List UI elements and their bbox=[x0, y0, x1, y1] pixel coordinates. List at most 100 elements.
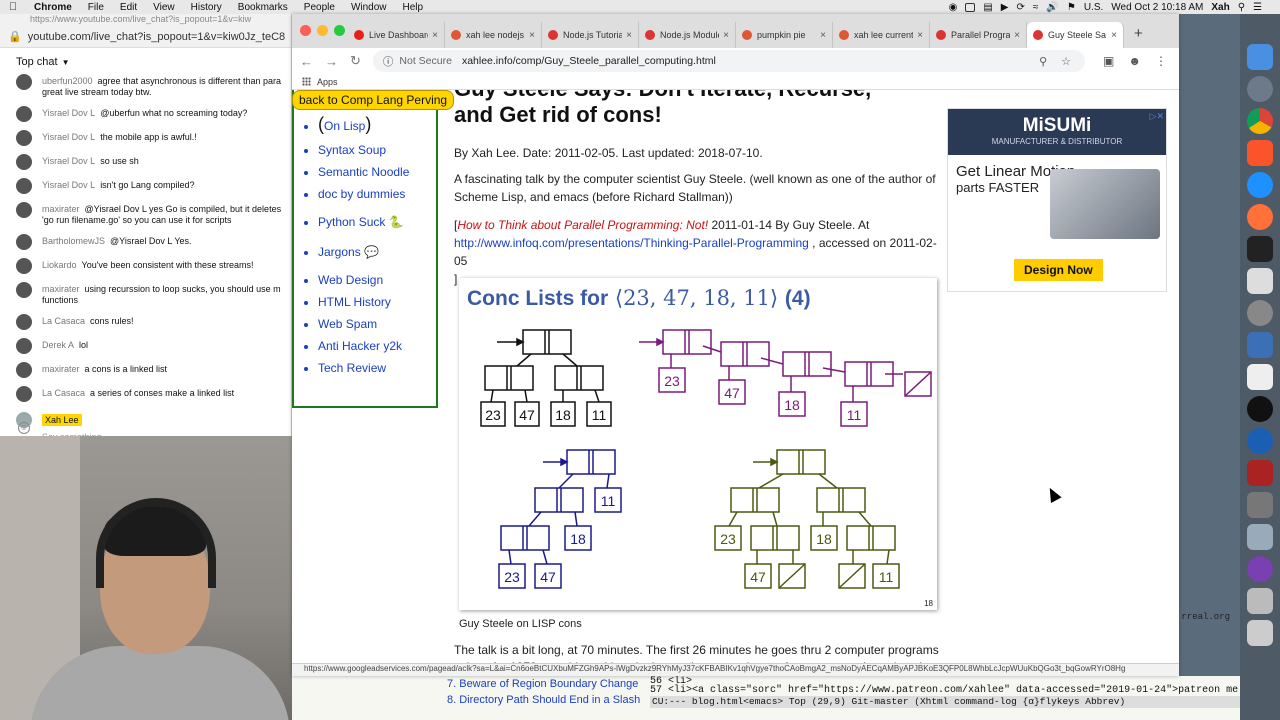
forward-icon[interactable]: → bbox=[325, 54, 338, 69]
menu-view[interactable]: View bbox=[145, 2, 183, 13]
editor-link[interactable]: 8. Directory Path Should End in a Slash bbox=[447, 694, 640, 706]
address-bar[interactable]: ⓘ Not Secure xahlee.info/comp/Guy_Steele… bbox=[372, 50, 1086, 72]
avatar[interactable] bbox=[16, 338, 32, 354]
input-source[interactable]: U.S. bbox=[1084, 2, 1103, 13]
safari-icon[interactable] bbox=[1247, 172, 1273, 198]
menu-history[interactable]: History bbox=[183, 2, 230, 13]
calendar-icon[interactable] bbox=[1247, 364, 1273, 390]
close-tab-icon[interactable]: × bbox=[917, 30, 923, 41]
nav-item[interactable]: (On Lisp) bbox=[318, 114, 409, 135]
close-tab-icon[interactable]: × bbox=[1111, 30, 1117, 41]
chat-author[interactable]: Yisrael Dov L bbox=[42, 180, 95, 190]
menu-file[interactable]: File bbox=[80, 2, 112, 13]
chrome-icon[interactable] bbox=[1247, 108, 1273, 134]
network-icon[interactable] bbox=[1247, 428, 1273, 454]
play-icon[interactable]: ▶ bbox=[1001, 2, 1009, 13]
nav-item[interactable]: Anti Hacker y2k bbox=[318, 339, 409, 353]
close-tab-icon[interactable]: × bbox=[529, 30, 535, 41]
chat-author[interactable]: La Casaca bbox=[42, 316, 85, 326]
nav-link[interactable]: Web Spam bbox=[318, 317, 377, 331]
tab-item[interactable]: Parallel Progra × bbox=[930, 22, 1027, 48]
nav-link[interactable]: doc by dummies bbox=[318, 187, 405, 201]
photo-booth-icon[interactable] bbox=[1247, 460, 1273, 486]
apps-grid-icon[interactable] bbox=[302, 77, 311, 86]
avatar[interactable] bbox=[16, 154, 32, 170]
avatar[interactable] bbox=[16, 282, 32, 298]
nav-link[interactable]: Syntax Soup bbox=[318, 143, 386, 157]
downloads-icon[interactable] bbox=[1247, 588, 1273, 614]
nav-item[interactable]: Syntax Soup bbox=[318, 143, 409, 157]
tab-item[interactable]: Node.js Tutorial × bbox=[542, 22, 639, 48]
volume-icon[interactable]: 🔊 bbox=[1046, 2, 1058, 13]
misumi-ad[interactable]: MiSUMi MANUFACTURER & DISTRIBUTOR Get Li… bbox=[947, 108, 1167, 292]
avatar[interactable] bbox=[16, 234, 32, 250]
nav-link[interactable]: Jargons bbox=[318, 245, 361, 259]
profile-icon[interactable]: ☻ bbox=[1128, 54, 1141, 68]
extension-icon[interactable]: ▣ bbox=[1103, 54, 1114, 68]
firefox-icon[interactable] bbox=[1247, 204, 1273, 230]
ref-link[interactable]: http://www.infoq.com/presentations/Think… bbox=[454, 236, 809, 250]
app-icon[interactable] bbox=[1247, 492, 1273, 518]
tab-item[interactable]: Live Dashboard × bbox=[348, 22, 445, 48]
menu-bookmarks[interactable]: Bookmarks bbox=[230, 2, 296, 13]
avatar[interactable] bbox=[16, 130, 32, 146]
clock[interactable]: Wed Oct 2 10:18 AM bbox=[1111, 2, 1203, 13]
nav-item[interactable]: Web Spam bbox=[318, 317, 409, 331]
chat-author[interactable]: Liokardo bbox=[42, 260, 77, 270]
editor-link[interactable]: 7. Beware of Region Boundary Change bbox=[447, 678, 638, 690]
chat-author[interactable]: BartholomewJS bbox=[42, 236, 105, 246]
emacs-icon[interactable] bbox=[1247, 556, 1273, 582]
close-tab-icon[interactable]: × bbox=[723, 30, 729, 41]
top-chat-dropdown[interactable]: Top chat ▼ bbox=[0, 48, 291, 76]
display-icon[interactable]: ▤ bbox=[983, 2, 992, 13]
menu-edit[interactable]: Edit bbox=[112, 2, 145, 13]
close-tab-icon[interactable]: × bbox=[820, 30, 826, 41]
nav-link[interactable]: Web Design bbox=[318, 273, 383, 287]
chat-author[interactable]: Yisrael Dov L bbox=[42, 108, 95, 118]
chat-author[interactable]: Yisrael Dov L bbox=[42, 156, 95, 166]
wifi-icon[interactable]: ≈ bbox=[1033, 2, 1039, 13]
chat-author[interactable]: maxirater bbox=[42, 204, 80, 214]
avatar[interactable] bbox=[16, 314, 32, 330]
nav-link[interactable]: HTML History bbox=[318, 295, 391, 309]
menu-help[interactable]: Help bbox=[395, 2, 432, 13]
avatar[interactable] bbox=[16, 258, 32, 274]
reload-icon[interactable]: ↻ bbox=[350, 53, 361, 69]
chat-author[interactable]: uberfun2000 bbox=[42, 76, 93, 86]
info-icon[interactable]: ⓘ bbox=[383, 54, 394, 69]
menu-people[interactable]: People bbox=[296, 2, 343, 13]
nav-item[interactable]: Jargons 💬 bbox=[318, 245, 409, 259]
sync-icon[interactable]: ⟳ bbox=[1017, 2, 1025, 13]
maximize-window-icon[interactable] bbox=[334, 25, 345, 36]
emoji-icon[interactable]: ☺ bbox=[18, 422, 30, 434]
brave-icon[interactable] bbox=[1247, 140, 1273, 166]
avatar[interactable] bbox=[16, 106, 32, 122]
nav-item[interactable]: Tech Review bbox=[318, 361, 409, 375]
chat-author[interactable]: maxirater bbox=[42, 284, 80, 294]
close-window-icon[interactable] bbox=[300, 25, 311, 36]
avatar[interactable] bbox=[16, 362, 32, 378]
nav-link[interactable]: Semantic Noodle bbox=[318, 165, 409, 179]
menu-window[interactable]: Window bbox=[343, 2, 395, 13]
chat-author[interactable]: maxirater bbox=[42, 364, 80, 374]
nav-item[interactable]: Semantic Noodle bbox=[318, 165, 409, 179]
close-tab-icon[interactable]: × bbox=[1014, 30, 1020, 41]
back-to-comp-lang-button[interactable]: back to Comp Lang Perving bbox=[292, 90, 455, 110]
nav-item[interactable]: HTML History bbox=[318, 295, 409, 309]
ad-cta-button[interactable]: Design Now bbox=[1014, 259, 1103, 281]
flag-icon[interactable]: ⚑ bbox=[1067, 2, 1076, 13]
user-menu[interactable]: Xah bbox=[1211, 2, 1229, 13]
nav-item[interactable]: doc by dummies bbox=[318, 187, 409, 201]
search-icon[interactable]: ⚲ bbox=[1238, 2, 1245, 13]
address-url[interactable]: xahlee.info/comp/Guy_Steele_parallel_com… bbox=[462, 55, 716, 67]
chat-author[interactable]: La Casaca bbox=[42, 388, 85, 398]
nav-link[interactable]: On Lisp bbox=[324, 119, 365, 133]
zoom-icon[interactable]: ⚲ bbox=[1039, 55, 1047, 68]
bookmark-star-icon[interactable]: ☆ bbox=[1061, 55, 1071, 68]
new-tab-icon[interactable]: + bbox=[1124, 22, 1153, 48]
terminal-icon[interactable] bbox=[1247, 236, 1273, 262]
chat-url[interactable]: youtube.com/live_chat?is_popout=1&v=kiw0… bbox=[28, 31, 285, 43]
nav-item[interactable]: Web Design bbox=[318, 273, 409, 287]
tab-item[interactable]: Node.js Module × bbox=[639, 22, 736, 48]
settings-icon[interactable] bbox=[1247, 300, 1273, 326]
